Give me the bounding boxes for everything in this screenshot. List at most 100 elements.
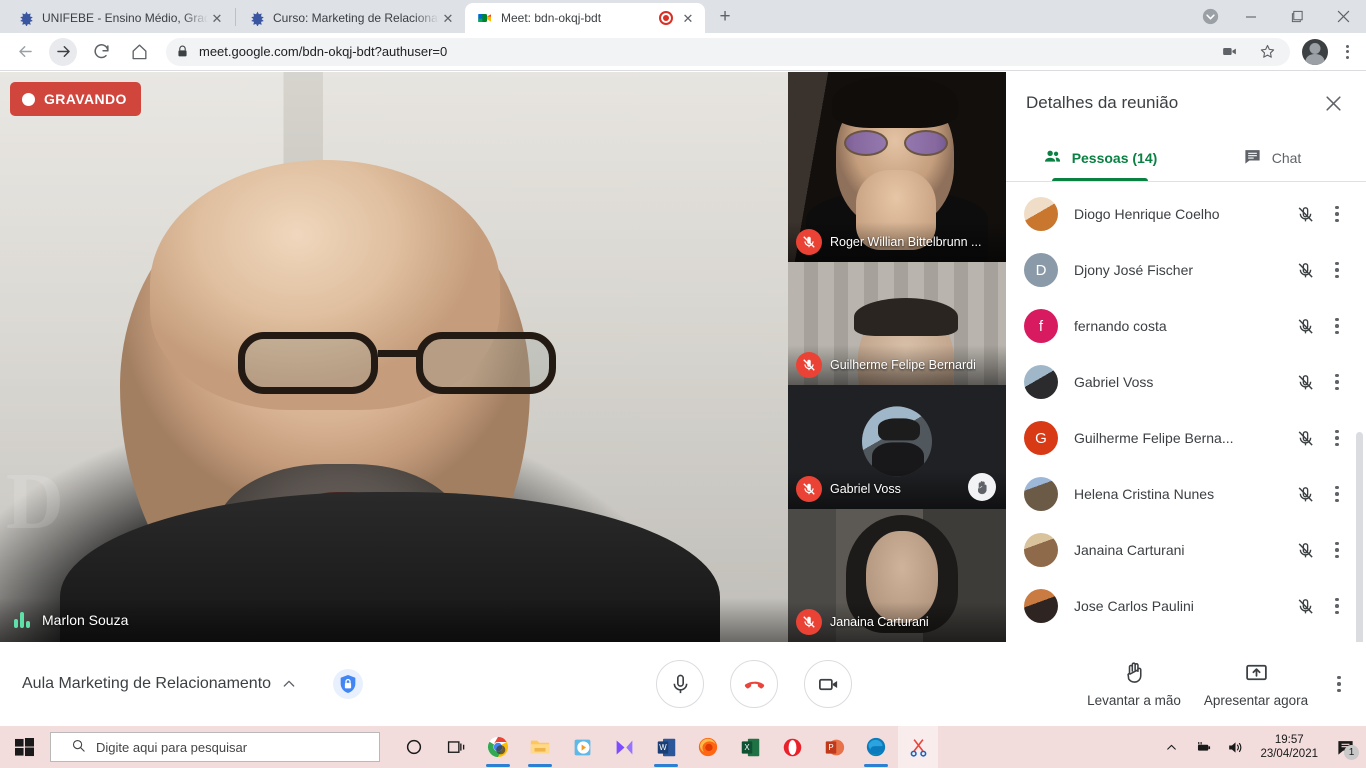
close-icon[interactable]: ✕ (679, 9, 697, 27)
participant-row[interactable]: f fernando costa (1006, 298, 1366, 354)
chrome-menu-icon[interactable] (1334, 39, 1360, 65)
file-explorer-icon[interactable] (520, 726, 560, 768)
close-panel-icon[interactable] (1316, 86, 1350, 120)
participant-row[interactable]: Helena Cristina Nunes (1006, 466, 1366, 522)
browser-tab-1[interactable]: UNIFEBE - Ensino Médio, Gradua ✕ (6, 3, 234, 33)
video-share-icon[interactable] (1215, 38, 1243, 66)
mic-muted-icon[interactable] (1290, 429, 1320, 448)
tab-recording-indicator-icon[interactable] (659, 11, 673, 25)
close-icon[interactable]: ✕ (439, 9, 457, 27)
encryption-shield-icon[interactable] (333, 669, 364, 699)
forward-icon[interactable] (49, 37, 77, 66)
browser-tab-2[interactable]: Curso: Marketing de Relacioname ✕ (237, 3, 465, 33)
movies-tv-icon[interactable] (604, 726, 644, 768)
participant-row[interactable]: G Guilherme Felipe Berna... (1006, 410, 1366, 466)
taskbar-search-box[interactable]: Digite aqui para pesquisar (50, 732, 380, 762)
back-icon[interactable] (11, 38, 39, 66)
network-battery-icon[interactable] (1190, 726, 1216, 768)
unifebe-icon (249, 10, 265, 26)
firefox-icon[interactable] (688, 726, 728, 768)
raise-hand-button[interactable]: Levantar a mão (1078, 660, 1190, 708)
powerpoint-icon[interactable]: P (814, 726, 854, 768)
bookmark-star-icon[interactable] (1253, 38, 1281, 66)
cortana-icon[interactable] (394, 726, 434, 768)
avatar: D (1024, 253, 1058, 287)
participant-more-icon[interactable] (1320, 429, 1354, 447)
home-icon[interactable] (125, 38, 153, 66)
recording-badge: GRAVANDO (10, 82, 141, 116)
microphone-button[interactable] (656, 660, 704, 708)
participant-row[interactable]: D Djony José Fischer (1006, 242, 1366, 298)
opera-icon[interactable] (772, 726, 812, 768)
chrome-collapse-icon[interactable] (1192, 0, 1228, 33)
participant-more-icon[interactable] (1320, 317, 1354, 335)
browser-tab-3[interactable]: Meet: bdn-okqj-bdt ✕ (465, 3, 705, 33)
mic-muted-icon[interactable] (1290, 261, 1320, 280)
participant-more-icon[interactable] (1320, 373, 1354, 391)
start-button[interactable] (0, 726, 48, 768)
svg-text:W: W (659, 743, 667, 752)
meeting-details-panel: Detalhes da reunião Pessoas (14) Chat Di… (1006, 72, 1366, 726)
taskbar-clock[interactable]: 19:57 23/04/2021 (1254, 733, 1324, 762)
address-bar[interactable]: meet.google.com/bdn-okqj-bdt?authuser=0 (166, 37, 1290, 66)
thumbnail-name-bar: Guilherme Felipe Bernardi (788, 345, 1006, 385)
svg-text:P: P (828, 743, 833, 752)
more-options-icon[interactable] (1322, 662, 1356, 706)
excel-icon[interactable]: X (730, 726, 770, 768)
browser-window: UNIFEBE - Ensino Médio, Gradua ✕ Curso: … (0, 0, 1366, 726)
participant-more-icon[interactable] (1320, 597, 1354, 615)
participant-row[interactable]: Diogo Henrique Coelho (1006, 186, 1366, 242)
mic-muted-icon[interactable] (1290, 597, 1320, 616)
browser-tab-title: UNIFEBE - Ensino Médio, Gradua (42, 11, 208, 25)
notification-center-button[interactable]: 1 (1330, 726, 1360, 768)
volume-icon[interactable] (1222, 726, 1248, 768)
participant-row[interactable]: Janaina Carturani (1006, 522, 1366, 578)
mic-muted-icon[interactable] (1290, 205, 1320, 224)
tray-expand-icon[interactable] (1158, 726, 1184, 768)
people-icon (1043, 147, 1062, 169)
tab-pessoas[interactable]: Pessoas (14) (1014, 134, 1186, 181)
close-window-button[interactable] (1320, 0, 1366, 33)
reload-icon[interactable] (87, 38, 115, 66)
edge-icon[interactable] (856, 726, 896, 768)
participant-row[interactable]: Gabriel Voss (1006, 354, 1366, 410)
chevron-up-icon[interactable] (281, 676, 297, 692)
participant-more-icon[interactable] (1320, 541, 1354, 559)
new-tab-button[interactable]: + (711, 3, 739, 31)
present-now-button[interactable]: Apresentar agora (1200, 660, 1312, 708)
word-icon[interactable]: W (646, 726, 686, 768)
meeting-stage: D GRAVANDO Marlon Souza Roger Willian Bi… (0, 72, 1366, 726)
participant-thumbnail[interactable]: Gabriel Voss (788, 385, 1006, 509)
close-icon[interactable]: ✕ (208, 9, 226, 27)
hangup-button[interactable] (730, 660, 778, 708)
mic-muted-icon[interactable] (1290, 373, 1320, 392)
main-speaker-video[interactable]: D GRAVANDO Marlon Souza (0, 72, 788, 642)
snipping-tool-icon[interactable] (898, 726, 938, 768)
participant-more-icon[interactable] (1320, 261, 1354, 279)
participant-more-icon[interactable] (1320, 485, 1354, 503)
address-bar-url: meet.google.com/bdn-okqj-bdt?authuser=0 (199, 44, 448, 59)
minimize-button[interactable] (1228, 0, 1274, 33)
participant-row[interactable]: Jose Carlos Paulini (1006, 578, 1366, 634)
mic-muted-icon[interactable] (1290, 541, 1320, 560)
taskbar-app-icons: W X P (394, 726, 938, 768)
browser-tab-title: Meet: bdn-okqj-bdt (501, 11, 602, 25)
media-player-icon[interactable] (562, 726, 602, 768)
taskbar-search-placeholder: Digite aqui para pesquisar (96, 739, 248, 755)
participant-thumbnail[interactable]: Guilherme Felipe Bernardi (788, 262, 1006, 385)
tab-chat[interactable]: Chat (1186, 134, 1358, 181)
unifebe-icon (18, 10, 34, 26)
participants-scrollbar[interactable] (1356, 432, 1363, 662)
participant-more-icon[interactable] (1320, 205, 1354, 223)
mic-muted-icon[interactable] (1290, 317, 1320, 336)
maximize-button[interactable] (1274, 0, 1320, 33)
participant-thumbnail[interactable]: Janaina Carturani (788, 509, 1006, 642)
camera-button[interactable] (804, 660, 852, 708)
panel-title: Detalhes da reunião (1026, 93, 1179, 112)
mic-muted-icon[interactable] (1290, 485, 1320, 504)
clock-date: 23/04/2021 (1260, 748, 1318, 760)
task-view-icon[interactable] (436, 726, 476, 768)
chrome-icon[interactable] (478, 726, 518, 768)
profile-avatar[interactable] (1302, 38, 1328, 65)
participant-thumbnail[interactable]: Roger Willian Bittelbrunn ... (788, 72, 1006, 262)
